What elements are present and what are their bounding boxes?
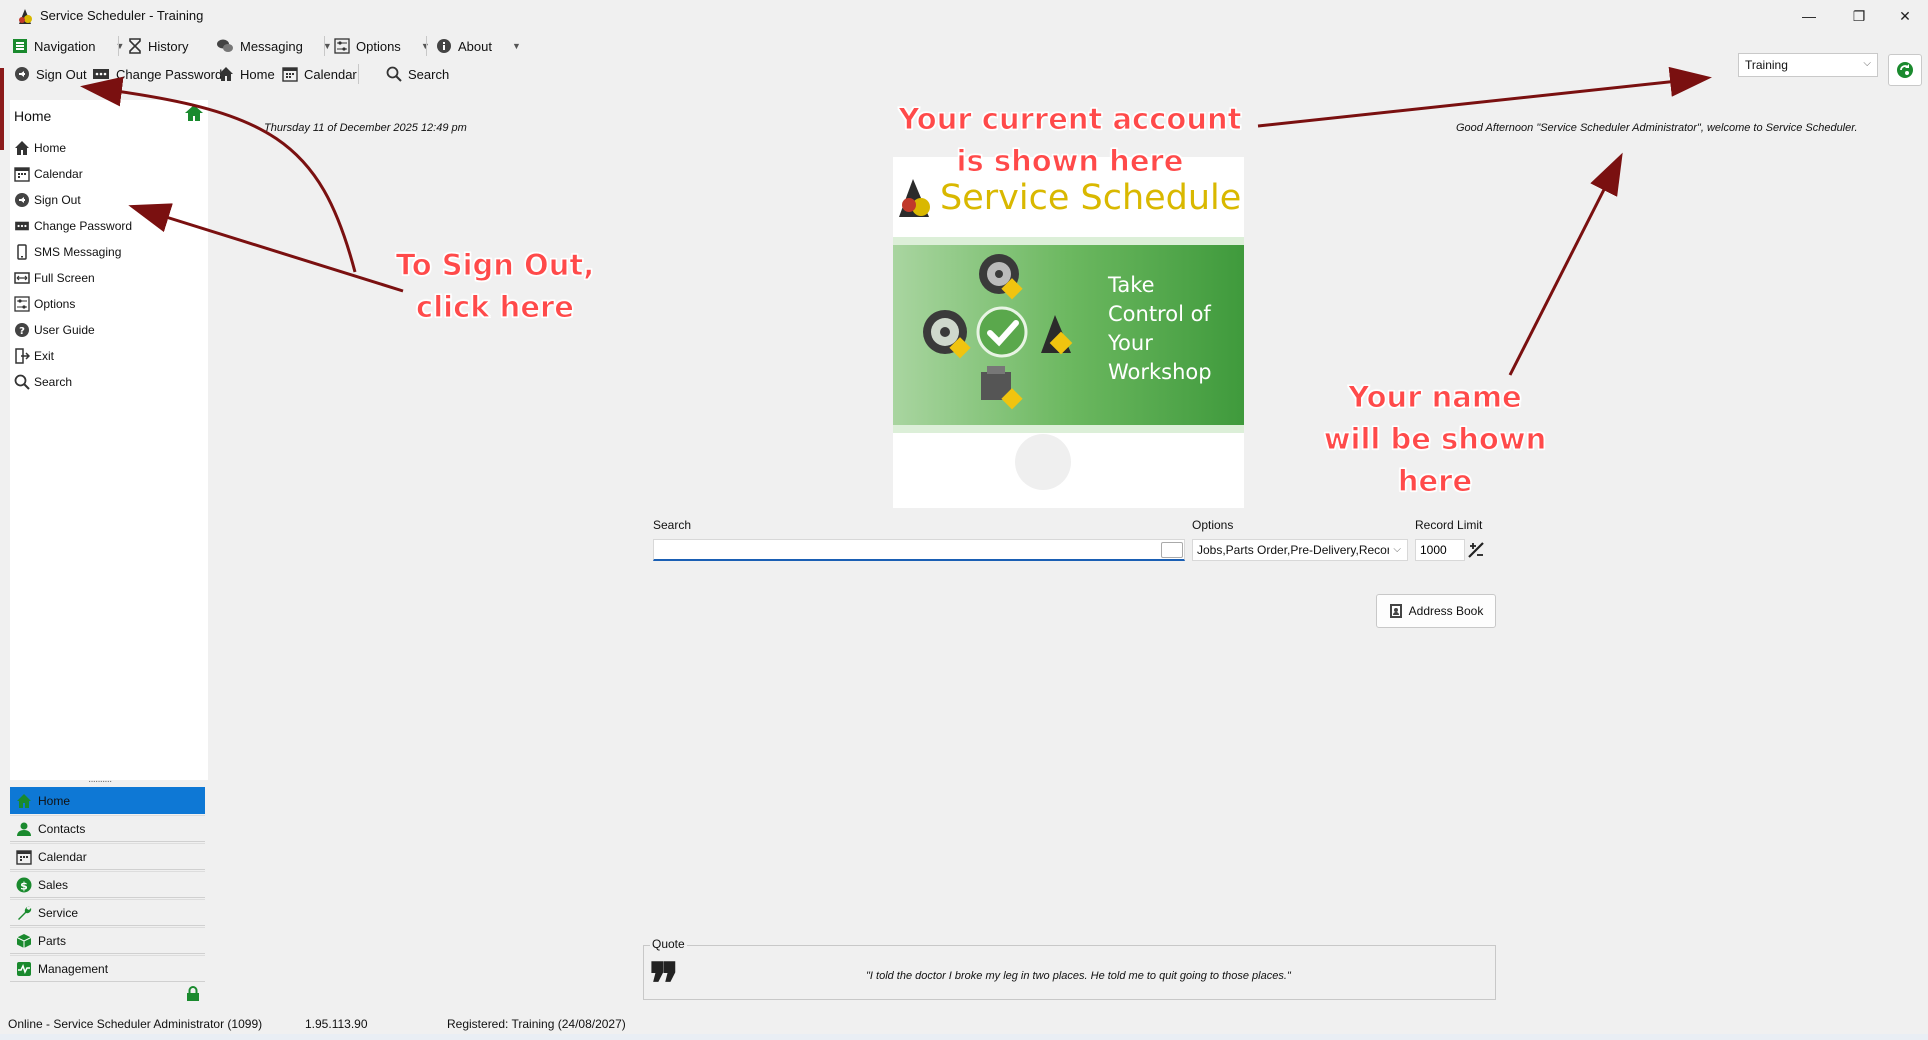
annotation-name: Your name will be shown here <box>1323 380 1547 499</box>
annotation-sign-out: To Sign Out, click here <box>395 248 595 325</box>
annotation-account: Your current account is shown here <box>898 102 1242 179</box>
